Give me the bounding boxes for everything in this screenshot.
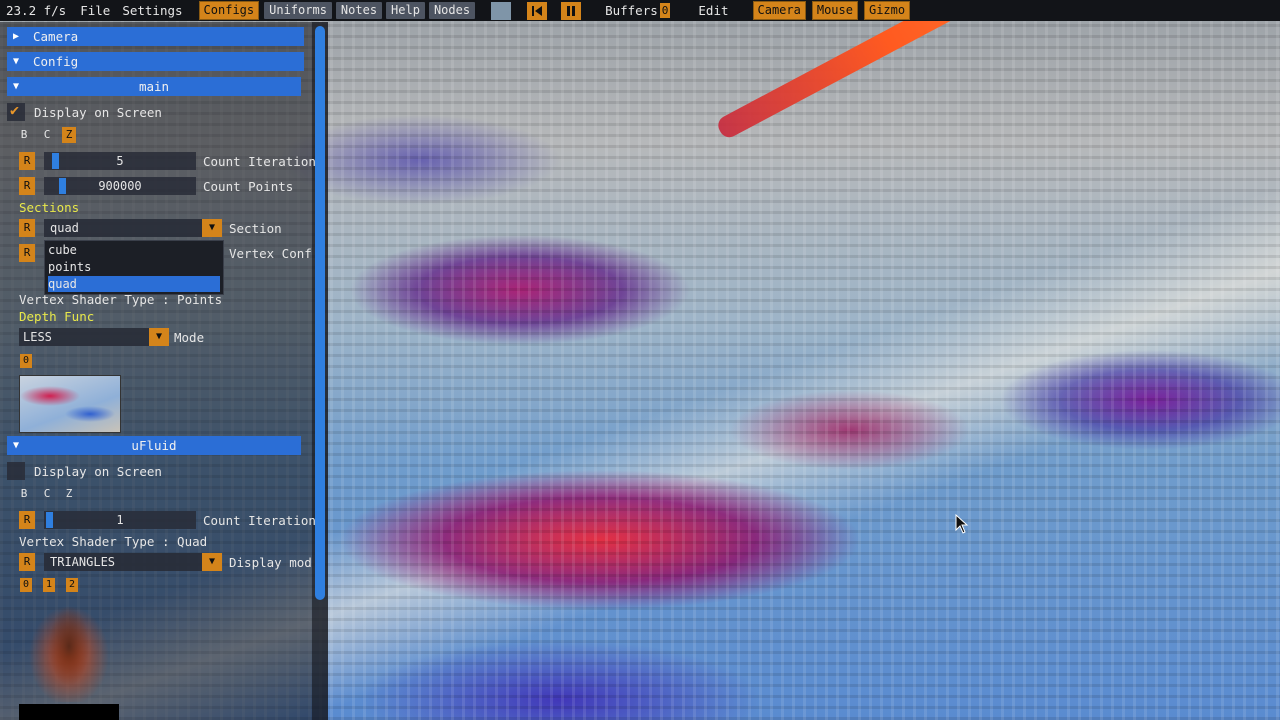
main-count-iteration-slider[interactable]: 5 (44, 152, 196, 170)
main-display-checkbox[interactable]: ✔ (7, 101, 25, 121)
dropdown-option-points[interactable]: points (48, 259, 220, 275)
sections-title: Sections (19, 200, 80, 215)
ufluid-display-label: Display on Screen (34, 464, 162, 479)
main-display-label: Display on Screen (34, 105, 162, 120)
buffers-count-badge: 0 (659, 3, 671, 18)
help-button[interactable]: Help (386, 2, 425, 19)
main-z-toggle[interactable]: Z (62, 127, 76, 143)
configs-button[interactable]: Configs (198, 1, 260, 20)
chevron-down-icon: ▼ (13, 56, 20, 67)
main-count-points-slider[interactable]: 900000 (44, 177, 196, 195)
gizmo-button[interactable]: Gizmo (863, 1, 911, 20)
section-reset-button[interactable]: R (19, 219, 35, 237)
depth-func-combo[interactable]: LESS ▼ (19, 328, 169, 346)
uniforms-button[interactable]: Uniforms (264, 2, 332, 19)
main-b-toggle[interactable]: B (17, 127, 31, 143)
nodes-button[interactable]: Nodes (428, 2, 476, 19)
mouse-button[interactable]: Mouse (811, 1, 858, 20)
ufluid-header-label: uFluid (131, 438, 177, 453)
ufluid-buffer-thumbnail-dark[interactable] (19, 704, 119, 720)
display-mode-label: Display mod (229, 555, 312, 570)
config-section-header[interactable]: ▼ Config (7, 52, 304, 71)
notes-button[interactable]: Notes (335, 2, 383, 19)
main-buffer-thumbnail[interactable] (19, 375, 121, 433)
skip-back-icon (532, 5, 543, 16)
main-count-points-value: 900000 (98, 179, 142, 193)
section-combo-value: quad (50, 221, 79, 235)
main-vertex-shader-type: Vertex Shader Type : Points (19, 292, 223, 307)
depth-func-value: LESS (23, 330, 52, 344)
edit-menu[interactable]: Edit (692, 0, 734, 21)
main-header-label: main (138, 79, 170, 94)
ufluid-buffer-badge-2[interactable]: 2 (66, 578, 78, 592)
main-iteration-reset-button[interactable]: R (19, 152, 35, 170)
main-buffer-badge-0[interactable]: 0 (20, 354, 32, 368)
chevron-down-icon: ▼ (149, 328, 169, 346)
main-section-header[interactable]: ▼ main (7, 77, 301, 96)
config-header-label: Config (33, 54, 79, 69)
depth-func-title: Depth Func (19, 309, 95, 324)
buffers-menu[interactable]: Buffers (599, 0, 658, 21)
mouse-cursor-icon (955, 514, 969, 534)
panel-scrollbar-thumb[interactable] (315, 26, 325, 600)
display-mode-value: TRIANGLES (50, 555, 116, 569)
ufluid-display-checkbox[interactable] (7, 462, 25, 480)
ufluid-count-iteration-slider[interactable]: 1 (44, 511, 196, 529)
vertex-conf-reset-button[interactable]: R (19, 244, 35, 262)
display-mode-combo[interactable]: TRIANGLES ▼ (44, 553, 222, 571)
section-dropdown-list: cube points quad (44, 240, 224, 295)
checkmark-icon: ✔ (10, 101, 20, 119)
pause-icon (567, 5, 576, 16)
depth-mode-label: Mode (174, 330, 205, 345)
file-menu[interactable]: File (74, 0, 116, 21)
main-count-points-label: Count Points (203, 179, 294, 194)
fps-counter: 23.2 f/s (6, 3, 67, 18)
ufluid-section-header[interactable]: ▼ uFluid (7, 436, 301, 455)
ufluid-iteration-reset-button[interactable]: R (19, 511, 35, 529)
camera-section-header[interactable]: ▶ Camera (7, 27, 304, 46)
dropdown-option-quad[interactable]: quad (48, 276, 220, 292)
pause-button[interactable] (561, 1, 582, 20)
chevron-right-icon: ▶ (13, 31, 20, 42)
chevron-down-icon: ▼ (202, 219, 222, 237)
main-c-toggle[interactable]: C (40, 127, 54, 143)
main-points-reset-button[interactable]: R (19, 177, 35, 195)
menu-bar: 23.2 f/s File Settings Configs Uniforms … (0, 0, 1280, 21)
section-label: Section (229, 221, 282, 236)
color-swatch[interactable] (491, 1, 512, 20)
display-mode-reset-button[interactable]: R (19, 553, 35, 571)
ufluid-count-iteration-value: 1 (116, 513, 124, 527)
ufluid-count-iteration-label: Count Iteration (203, 513, 316, 528)
skip-back-button[interactable] (527, 1, 548, 20)
ufluid-vertex-shader-type: Vertex Shader Type : Quad (19, 534, 208, 549)
camera-button[interactable]: Camera (752, 1, 806, 20)
camera-header-label: Camera (33, 29, 79, 44)
main-count-iteration-value: 5 (116, 154, 124, 168)
vertex-conf-label: Vertex Conf (229, 246, 312, 261)
ufluid-c-toggle[interactable]: C (40, 486, 54, 502)
ufluid-buffer-badge-0[interactable]: 0 (20, 578, 32, 592)
main-count-iteration-label: Count Iteration (203, 154, 316, 169)
ufluid-z-toggle[interactable]: Z (62, 486, 76, 502)
settings-menu[interactable]: Settings (116, 0, 188, 21)
section-combo[interactable]: quad ▼ (44, 219, 222, 237)
ufluid-buffer-badge-1[interactable]: 1 (43, 578, 55, 592)
ufluid-b-toggle[interactable]: B (17, 486, 31, 502)
chevron-down-icon: ▼ (202, 553, 222, 571)
ufluid-buffer-thumbnail[interactable] (19, 596, 119, 702)
dropdown-option-cube[interactable]: cube (48, 242, 220, 258)
